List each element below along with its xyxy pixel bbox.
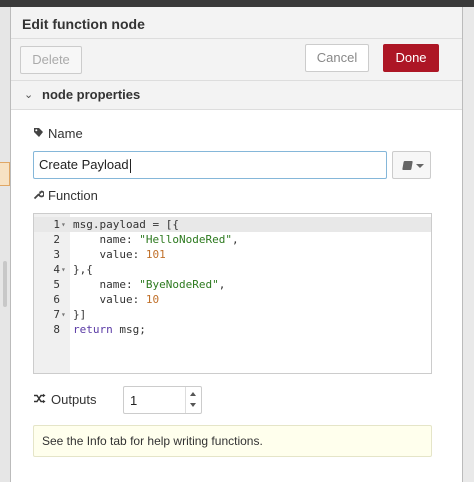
chevron-down-icon: ⌄ <box>24 89 34 101</box>
tray-title: Edit function node <box>22 16 145 32</box>
function-code-editor[interactable]: 1 ▾ msg.payload = [{2 name: "HelloNodeRed"… <box>33 213 432 374</box>
library-menu-button[interactable] <box>392 151 431 179</box>
canvas-node-fragment[interactable] <box>0 162 10 186</box>
tray-toolbar: Delete Cancel Done <box>11 39 462 81</box>
code-token: name: <box>73 233 140 246</box>
delete-button[interactable]: Delete <box>20 46 82 74</box>
fold-toggle-icon[interactable]: ▾ <box>61 217 66 232</box>
properties-panel: Name Create Payload Function 1 ▾ msg.paylo… <box>11 109 462 482</box>
code-token: return <box>73 323 113 336</box>
code-text: },{ <box>73 262 93 277</box>
code-token: , <box>218 278 226 291</box>
line-number: 5 <box>53 278 60 291</box>
edit-tray: Edit function node Delete Cancel Done ⌄ … <box>10 7 463 482</box>
cancel-button[interactable]: Cancel <box>305 44 369 72</box>
code-text: }] <box>73 307 86 322</box>
function-label: Function <box>48 188 98 203</box>
code-text: value: 101 <box>73 247 166 262</box>
tag-icon <box>33 127 45 141</box>
spinner-arrows <box>185 387 201 413</box>
text-caret <box>129 158 131 173</box>
line-number: 2 <box>53 233 60 246</box>
line-number: 3 <box>53 248 60 261</box>
code-token: , <box>231 233 239 246</box>
code-line[interactable]: 4 ▾ },{ <box>34 262 431 277</box>
fold-toggle-icon[interactable]: ▾ <box>61 262 66 277</box>
outputs-label-row: Outputs <box>33 392 97 407</box>
code-token: msg; <box>112 323 146 336</box>
code-text: return msg; <box>73 322 146 337</box>
code-line[interactable]: 5 name: "ByeNodeRed", <box>34 277 431 292</box>
function-label-row: Function <box>33 188 98 203</box>
code-token: "HelloNodeRed" <box>139 233 232 246</box>
line-number: 7 <box>53 308 60 321</box>
code-token: "ByeNodeRed" <box>139 278 219 291</box>
wrench-icon <box>33 189 45 203</box>
outputs-value: 1 <box>130 393 138 408</box>
caret-down-icon <box>416 164 424 168</box>
line-number: 8 <box>53 323 60 336</box>
workspace-canvas-edge <box>0 7 10 482</box>
code-text: name: "HelloNodeRed", <box>73 232 239 247</box>
line-number: 6 <box>53 293 60 306</box>
code-line[interactable]: 3 value: 101 <box>34 247 431 262</box>
code-token: value: <box>73 293 146 306</box>
section-label: node properties <box>42 87 141 102</box>
info-tip: See the Info tab for help writing functi… <box>33 425 432 457</box>
code-token: 10 <box>145 293 160 306</box>
random-icon <box>33 393 47 407</box>
section-header-node-properties[interactable]: ⌄ node properties <box>11 81 462 109</box>
spinner-up-icon[interactable] <box>190 392 196 396</box>
code-token: 101 <box>145 248 166 261</box>
name-input-value: Create Payload <box>39 157 129 172</box>
workspace-top-bar <box>0 0 474 7</box>
code-token: name: <box>73 278 140 291</box>
code-line[interactable]: 1 ▾ msg.payload = [{ <box>34 217 431 232</box>
tray-header: Edit function node <box>11 7 462 39</box>
line-number: 1 <box>53 218 60 231</box>
outputs-label: Outputs <box>51 392 97 407</box>
code-line[interactable]: 8 return msg; <box>34 322 431 337</box>
name-input[interactable]: Create Payload <box>33 151 387 179</box>
canvas-scroll-handle[interactable] <box>3 261 7 307</box>
line-number: 4 <box>53 263 60 276</box>
book-icon <box>402 161 413 170</box>
name-label: Name <box>48 126 83 141</box>
code-text: name: "ByeNodeRed", <box>73 277 225 292</box>
code-token: },{ <box>73 263 93 276</box>
code-token: msg.payload = [{ <box>73 218 179 231</box>
spinner-down-icon[interactable] <box>190 403 196 407</box>
outputs-spinner[interactable]: 1 <box>123 386 202 414</box>
code-line[interactable]: 7 ▾}] <box>34 307 431 322</box>
sidebar-edge <box>463 7 474 482</box>
name-label-row: Name <box>33 126 83 141</box>
done-button[interactable]: Done <box>383 44 439 72</box>
code-line[interactable]: 2 name: "HelloNodeRed", <box>34 232 431 247</box>
code-token: value: <box>73 248 146 261</box>
code-text: value: 10 <box>73 292 159 307</box>
code-token: }] <box>73 308 87 321</box>
code-line[interactable]: 6 value: 10 <box>34 292 431 307</box>
fold-toggle-icon[interactable]: ▾ <box>61 307 66 322</box>
code-text: msg.payload = [{ <box>73 217 179 232</box>
